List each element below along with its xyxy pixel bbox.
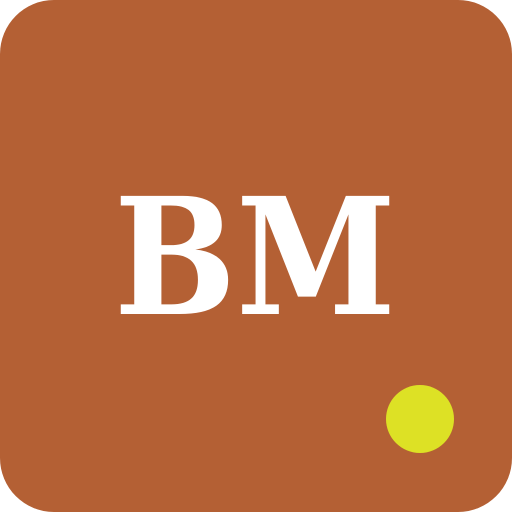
monogram-text: BM xyxy=(114,163,396,353)
app-icon[interactable]: BM xyxy=(0,0,512,512)
status-indicator-dot xyxy=(386,385,454,453)
